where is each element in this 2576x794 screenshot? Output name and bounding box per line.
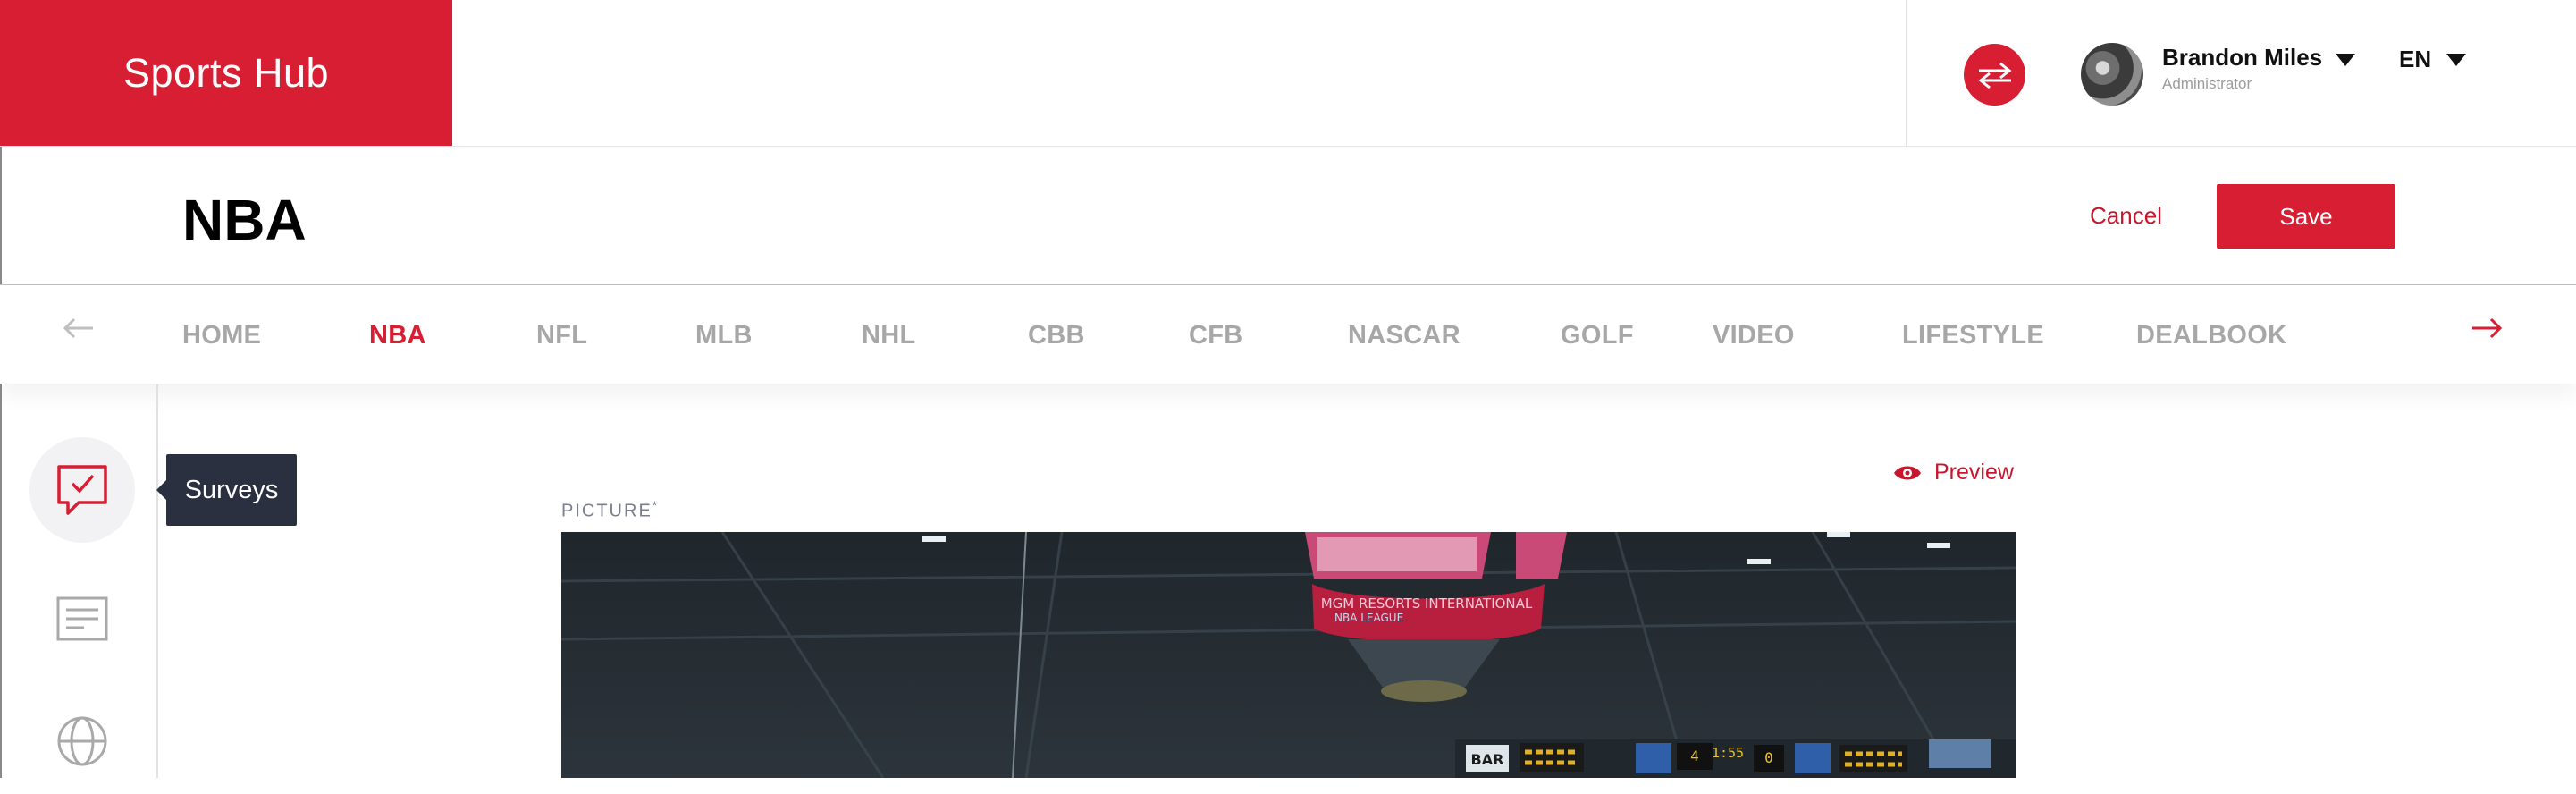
cancel-button[interactable]: Cancel [2090,202,2162,230]
scroll-right-arrow-icon[interactable] [2471,317,2503,339]
language-caret-icon[interactable] [2446,54,2466,66]
brand-name: Sports Hub [122,49,330,96]
eye-icon [1894,466,1921,479]
top-header: Sports Hub Brandon Miles Administrator E… [0,0,2576,147]
brand-logo[interactable]: Sports Hub [0,0,452,146]
user-role: Administrator [2162,75,2252,92]
preview-button[interactable]: Preview [1893,460,2014,486]
language-selector[interactable]: EN [2399,46,2431,73]
required-asterisk: * [652,498,660,512]
user-menu-caret-icon[interactable] [2336,54,2355,66]
picture-preview[interactable]: MGM RESORTS INTERNATIONAL NBA LEAGUE BAR… [561,532,2016,778]
survey-icon [57,465,107,515]
game-clock: 1:55 [1712,745,1744,761]
globe-icon [57,716,107,766]
scroll-left-arrow-icon[interactable] [63,317,95,339]
switch-view-button[interactable] [1964,44,2025,106]
tab-lifestyle[interactable]: LIFESTYLE [1902,321,2044,351]
tab-cbb[interactable]: CBB [1028,321,1085,351]
score-away: 0 [1764,749,1773,766]
avatar[interactable] [2081,43,2143,106]
arena-photo: MGM RESORTS INTERNATIONAL NBA LEAGUE BAR… [561,532,2016,778]
preview-label: Preview [1934,460,2014,485]
tab-nhl[interactable]: NHL [862,321,916,351]
swap-arrows-icon [1978,62,2011,89]
arena-sign-mgm: MGM RESORTS INTERNATIONAL [1321,596,1533,612]
arena-sign-bar: BAR [1471,751,1504,768]
user-name[interactable]: Brandon Miles [2162,44,2322,72]
language-regions-button[interactable] [29,688,135,794]
tooltip-text: Surveys [184,475,279,504]
tab-cfb[interactable]: CFB [1189,321,1243,351]
save-button[interactable]: Save [2217,184,2395,249]
arena-sign-league: NBA LEAGUE [1334,612,1403,624]
header-divider [1906,0,1907,146]
tab-nba[interactable]: NBA [369,321,426,351]
page-title: NBA [182,188,307,252]
tab-mlb[interactable]: MLB [695,321,753,351]
tab-home[interactable]: HOME [182,321,261,351]
picture-label-text: PICTURE [561,501,652,521]
picture-field-label: PICTURE* [561,498,659,522]
surveys-tooltip: Surveys [156,454,297,526]
score-home: 4 [1690,748,1699,764]
surveys-button[interactable] [29,437,135,543]
articles-button[interactable] [29,566,135,672]
article-icon [56,596,108,641]
tab-video[interactable]: VIDEO [1713,321,1795,351]
tab-nfl[interactable]: NFL [536,321,587,351]
category-tabs: HOME NBA NFL MLB NHL CBB CFB NASCAR GOLF… [0,285,2576,384]
tab-dealbook[interactable]: DEALBOOK [2136,321,2286,351]
tab-nascar[interactable]: NASCAR [1348,321,1461,351]
tab-golf[interactable]: GOLF [1561,321,1634,351]
